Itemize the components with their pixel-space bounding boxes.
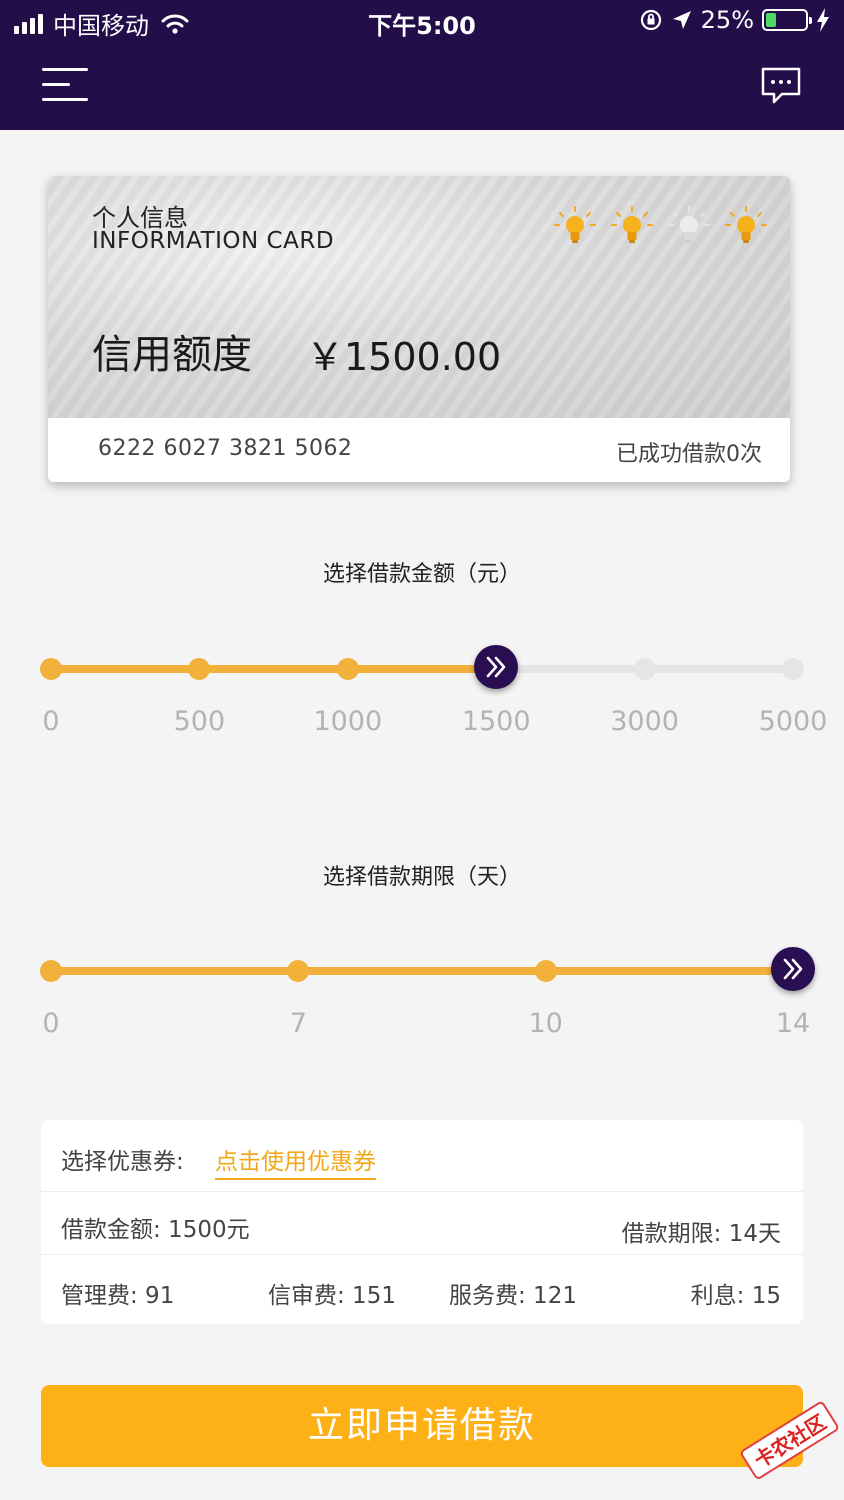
status-bar: 中国移动 下午5:00 25% [0,0,844,44]
management-fee-text: 管理费: 91 [61,1283,175,1309]
apply-loan-button[interactable]: 立即申请借款 [41,1385,803,1467]
rotation-lock-icon [640,9,661,31]
amount-step-dot[interactable] [336,658,359,680]
term-option-label[interactable]: 14 [733,1008,844,1039]
credit-limit-amount: ￥1500.00 [306,335,502,379]
amount-step-dot[interactable] [782,658,804,680]
battery-icon [762,9,812,31]
lightbulb-off-icon [668,206,710,243]
credit-level-indicators [554,206,767,248]
battery-percent: 25% [700,6,754,34]
amount-track-fill [51,665,497,673]
loan-summary-panel: 选择优惠券: 点击使用优惠券 借款金额: 1500元 借款期限: 14天 管理费… [41,1120,803,1324]
watermark-logo: 卡农社区 [740,1402,839,1479]
divider [41,1191,803,1192]
term-step-dot[interactable] [534,960,557,982]
message-icon[interactable] [760,66,802,106]
card-number: 6222 6027 3821 5062 [98,436,353,461]
term-option-label[interactable]: 7 [238,1008,358,1039]
loan-amount-text: 借款金额: 1500元 [61,1217,250,1243]
information-card: 个人信息 INFORMATION CARD 信用额度 ￥1500.00 6222… [48,176,790,482]
term-option-label[interactable]: 10 [486,1008,606,1039]
amount-option-label[interactable]: 3000 [585,706,705,737]
status-right: 25% [639,6,830,34]
review-fee-text: 信审费: 151 [268,1283,396,1309]
amount-slider-handle[interactable] [474,645,519,689]
amount-option-label[interactable]: 1500 [436,706,556,737]
credit-limit-label: 信用额度 [92,332,252,378]
amount-option-label[interactable]: 0 [0,706,111,737]
amount-step-dot[interactable] [633,658,656,680]
charging-icon [817,8,829,32]
term-step-dot[interactable] [287,960,310,982]
amount-step-dot[interactable] [40,658,62,680]
term-step-dot[interactable] [40,960,62,982]
divider [41,1254,803,1255]
service-fee-text: 服务费: 121 [449,1283,577,1309]
amount-step-dot[interactable] [188,658,211,680]
amount-option-label[interactable]: 1000 [288,706,408,737]
use-coupon-link[interactable]: 点击使用优惠券 [215,1142,376,1180]
lightbulb-on-icon [554,206,596,243]
card-footer: 6222 6027 3821 5062 已成功借款0次 [48,418,790,482]
card-title-en: INFORMATION CARD [92,228,335,254]
loan-success-count: 已成功借款0次 [616,442,762,467]
term-slider-handle[interactable] [771,947,815,991]
lightbulb-on-icon [725,206,767,243]
term-track-fill [51,967,793,975]
double-chevron-right-icon [486,656,506,678]
location-icon [672,11,691,29]
lightbulb-on-icon [611,206,653,243]
amount-option-label[interactable]: 5000 [733,706,844,737]
double-chevron-right-icon [783,958,803,980]
amount-section-title: 选择借款金额（元） [322,562,521,587]
term-section-title: 选择借款期限（天） [322,865,521,890]
interest-text: 利息: 15 [690,1283,781,1309]
amount-option-label[interactable]: 500 [139,706,259,737]
coupon-label: 选择优惠券: [61,1149,184,1175]
card-face: 个人信息 INFORMATION CARD 信用额度 ￥1500.00 [48,176,790,418]
loan-term-text: 借款期限: 14天 [621,1221,781,1247]
top-navigation-bar: 中国移动 下午5:00 25% [0,0,844,130]
menu-icon[interactable] [42,68,88,102]
term-option-label[interactable]: 0 [0,1008,111,1039]
